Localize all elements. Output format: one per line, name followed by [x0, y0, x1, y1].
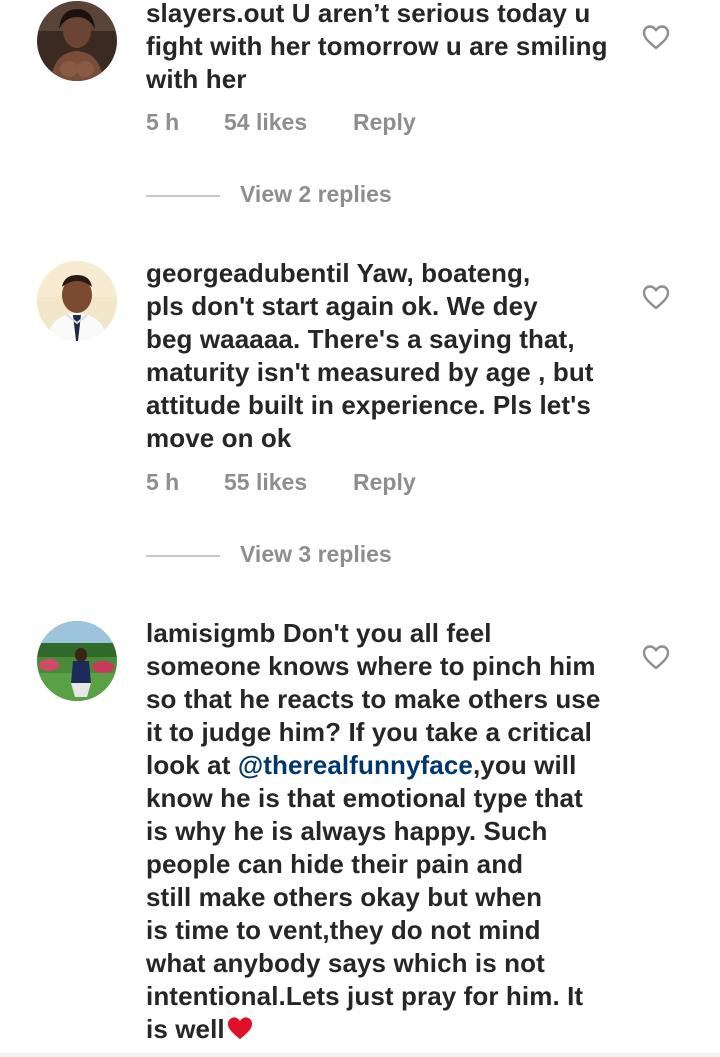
bottom-divider: [0, 1053, 720, 1057]
avatar-image: [37, 1, 117, 81]
comment-line: beg waaaaa. There's a saying that,: [146, 324, 575, 354]
comment-text: lamisigmb Don't you all feel someone kno…: [146, 617, 621, 1046]
comment-line: what anybody says which is not: [146, 948, 545, 978]
comment-line: know he is that emotional type that: [146, 783, 583, 813]
like-heart-icon[interactable]: [641, 643, 671, 671]
like-heart-icon[interactable]: [641, 283, 671, 311]
comment-line: is why he is always happy. Such: [146, 816, 548, 846]
view-replies-label: View 2 replies: [240, 181, 392, 207]
comment-line: is well: [146, 1014, 225, 1044]
comment-line: fight with her tomorrow u are smiling: [146, 31, 608, 61]
comment-line: attitude built in experience. Pls let's: [146, 390, 591, 420]
avatar-image: [37, 261, 117, 341]
comment-time: 5 h: [146, 109, 180, 135]
comment-line: ,you will: [472, 750, 577, 780]
avatar-image: [37, 621, 117, 701]
divider-line: [146, 195, 220, 197]
comment-line: it to judge him? If you take a critical: [146, 717, 592, 747]
comment-likes[interactable]: 55 likes: [224, 469, 307, 496]
view-replies-button[interactable]: View 3 replies: [146, 541, 446, 571]
comment-username[interactable]: georgeadubentil: [146, 258, 350, 288]
avatar[interactable]: [37, 1, 117, 81]
comment-meta: 5 h 54 likes Reply: [146, 109, 546, 139]
divider-line: [146, 555, 220, 557]
comment-likes[interactable]: 54 likes: [224, 109, 307, 136]
comment-text: slayers.out U aren’t serious today u fig…: [146, 0, 621, 96]
comment-line: look at: [146, 750, 238, 780]
comment-line: move on ok: [146, 423, 292, 453]
avatar[interactable]: [37, 261, 117, 341]
comment-line: someone knows where to pinch him: [146, 651, 596, 681]
comment-line: with her: [146, 64, 247, 94]
user-mention-link[interactable]: @therealfunnyface: [238, 750, 473, 780]
comment-username[interactable]: lamisigmb: [146, 618, 276, 648]
comment-line: Yaw, boateng,: [356, 258, 531, 288]
comment-line: still make others okay but when: [146, 882, 543, 912]
comment-meta: 5 h 55 likes Reply: [146, 469, 546, 499]
comment-line: Don't you all feel: [282, 618, 492, 648]
reply-button[interactable]: Reply: [353, 469, 416, 496]
comment-line: maturity isn't measured by age , but: [146, 357, 594, 387]
comment-line: so that he reacts to make others use: [146, 684, 601, 714]
comment-line: U aren’t serious today u: [291, 0, 591, 28]
avatar[interactable]: [37, 621, 117, 701]
view-replies-button[interactable]: View 2 replies: [146, 181, 446, 211]
view-replies-label: View 3 replies: [240, 541, 392, 567]
comment-time: 5 h: [146, 469, 180, 495]
comment-line: intentional.Lets just pray for him. It: [146, 981, 584, 1011]
comment-line: pls don't start again ok. We dey: [146, 291, 538, 321]
comment-line: people can hide their pain and: [146, 849, 524, 879]
like-heart-icon[interactable]: [641, 23, 671, 51]
comment-text: georgeadubentil Yaw, boateng, pls don't …: [146, 257, 621, 455]
red-heart-emoji-icon: [226, 1015, 254, 1041]
reply-button[interactable]: Reply: [353, 109, 416, 136]
comment-line: is time to vent,they do not mind: [146, 915, 541, 945]
comment-username[interactable]: slayers.out: [146, 0, 284, 28]
